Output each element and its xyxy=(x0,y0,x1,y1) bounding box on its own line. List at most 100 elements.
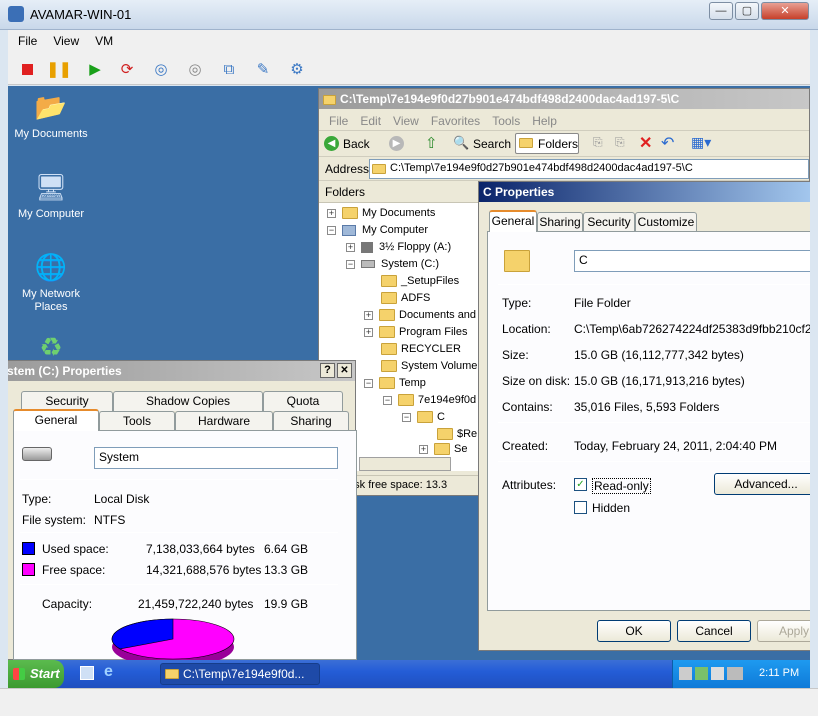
explorer-menu-help[interactable]: Help xyxy=(526,112,563,130)
explorer-menu-edit[interactable]: Edit xyxy=(354,112,387,130)
free-space-gb: 13.3 GB xyxy=(264,563,309,577)
tree-item[interactable]: + My Documents xyxy=(327,207,435,220)
up-folder-icon[interactable]: ⇧ xyxy=(425,134,438,152)
play-icon[interactable]: ▶ xyxy=(84,58,106,80)
created-label: Created: xyxy=(502,439,549,453)
move-to-icon[interactable]: ⎘ xyxy=(593,135,603,150)
tab-sharing[interactable]: Sharing xyxy=(537,212,583,232)
minimize-button[interactable]: — xyxy=(709,2,733,20)
vm-menu-vm[interactable]: VM xyxy=(85,30,119,48)
disk-usage-pie xyxy=(111,618,235,660)
pause-icon[interactable]: ❚❚ xyxy=(46,58,71,80)
cancel-button[interactable]: Cancel xyxy=(677,620,751,642)
tree-item[interactable]: RECYCLER xyxy=(381,343,461,356)
network-tray-icon[interactable] xyxy=(679,667,692,680)
back-button[interactable]: Back xyxy=(343,137,370,151)
settings-icon[interactable]: ✎ xyxy=(252,58,274,80)
undo-icon[interactable]: ↶ xyxy=(661,133,674,153)
show-desktop-icon[interactable] xyxy=(80,666,94,680)
used-space-gb: 6.64 GB xyxy=(264,542,309,556)
back-arrow-icon[interactable]: ◀ xyxy=(324,136,339,151)
tree-item[interactable]: − C xyxy=(402,411,445,424)
separator xyxy=(498,422,810,423)
reset-icon[interactable]: ⟳ xyxy=(116,58,138,80)
tree-item[interactable]: + Se xyxy=(419,443,467,456)
vm-menu-view[interactable]: View xyxy=(43,30,85,48)
desktop-icon-network-places[interactable]: 🌐 My Network Places xyxy=(8,250,94,314)
snapshot-icon[interactable]: ◎ xyxy=(150,58,172,80)
vm-menu-file[interactable]: File xyxy=(8,30,43,48)
taskbar-task-explorer[interactable]: C:\Temp\7e194e9f0d... xyxy=(160,663,320,685)
tab-customize[interactable]: Customize xyxy=(635,212,697,232)
free-space-swatch xyxy=(22,563,35,576)
tab-quota[interactable]: Quota xyxy=(263,391,343,411)
tree-item[interactable]: − System (C:) xyxy=(346,258,439,270)
snapshot-manager-icon[interactable]: ⧉ xyxy=(218,58,240,80)
tab-sharing[interactable]: Sharing xyxy=(273,411,349,431)
folders-button[interactable]: Folders xyxy=(515,133,579,154)
tab-security[interactable]: Security xyxy=(21,391,113,411)
tab-general[interactable]: General xyxy=(13,409,99,431)
start-button[interactable]: Start xyxy=(8,660,64,688)
tree-item[interactable]: − Temp xyxy=(364,377,426,390)
hidden-checkbox[interactable] xyxy=(574,501,587,514)
tree-item[interactable]: System Volume xyxy=(381,360,477,373)
tree-item[interactable]: _SetupFiles xyxy=(381,275,459,288)
readonly-label[interactable]: Read-only xyxy=(592,478,651,494)
internet-explorer-icon[interactable]: e xyxy=(104,663,113,681)
dialog-close-button[interactable]: ✕ xyxy=(337,363,352,378)
help-button[interactable]: ? xyxy=(320,363,335,378)
views-icon[interactable]: ▦▾ xyxy=(691,134,711,151)
tree-item[interactable]: −7e194e9f0d xyxy=(383,394,476,407)
drive-icon xyxy=(361,260,375,269)
tab-security[interactable]: Security xyxy=(583,212,635,232)
font-tray-icon[interactable] xyxy=(711,667,724,680)
delete-icon[interactable]: ✕ xyxy=(639,133,652,153)
tree-item[interactable]: − My Computer xyxy=(327,224,428,236)
apply-button[interactable]: Apply xyxy=(757,620,810,642)
tab-shadow-copies[interactable]: Shadow Copies xyxy=(113,391,263,411)
horizontal-scrollbar[interactable] xyxy=(359,457,451,471)
tree-item[interactable]: + Program Files xyxy=(364,326,467,339)
system-properties-dialog: stem (C:) Properties ? ✕ Security Shadow… xyxy=(8,360,357,660)
used-space-label: Used space: xyxy=(42,542,109,556)
tab-hardware[interactable]: Hardware xyxy=(175,411,273,431)
tree-item[interactable]: + Documents and xyxy=(364,309,476,322)
tree-item[interactable]: +3½ Floppy (A:) xyxy=(346,241,451,253)
tree-item[interactable]: ADFS xyxy=(381,292,430,305)
floppy-icon xyxy=(361,241,373,253)
stop-icon[interactable] xyxy=(16,58,38,80)
volume-label-input[interactable]: System xyxy=(94,447,338,469)
file-system-label: File system: xyxy=(22,513,87,527)
address-input[interactable]: C:\Temp\7e194e9f0d27b901e474bdf498d2400d… xyxy=(369,159,809,179)
tree-item[interactable]: $Re xyxy=(437,428,477,441)
advanced-button[interactable]: Advanced... xyxy=(714,473,810,495)
explorer-menu-tools[interactable]: Tools xyxy=(486,112,526,130)
readonly-checkbox[interactable]: ✓ xyxy=(574,478,587,491)
explorer-menu-file[interactable]: File xyxy=(323,112,354,130)
recycle-bin-icon: ♻ xyxy=(39,332,63,362)
clock: 2:11 PM xyxy=(759,667,800,679)
tools-icon[interactable]: ⚙ xyxy=(286,58,308,80)
maximize-button[interactable]: ▢ xyxy=(735,2,759,20)
tab-tools[interactable]: Tools xyxy=(99,411,175,431)
close-button[interactable]: ✕ xyxy=(761,2,809,20)
hidden-label[interactable]: Hidden xyxy=(592,501,630,515)
desktop-icon-my-documents[interactable]: 📂 My Documents xyxy=(8,90,94,141)
address-folder-icon xyxy=(372,164,386,174)
separator xyxy=(498,284,810,285)
desktop-icon-my-computer[interactable]: 🖥 My Computer xyxy=(8,170,94,221)
separator xyxy=(20,479,338,480)
tab-general[interactable]: General xyxy=(489,210,537,232)
ok-button[interactable]: OK xyxy=(597,620,671,642)
search-button[interactable]: Search xyxy=(473,137,511,151)
type-label: Type: xyxy=(502,296,532,310)
safely-remove-tray-icon[interactable] xyxy=(695,667,708,680)
explorer-menu-view[interactable]: View xyxy=(387,112,425,130)
forward-arrow-icon[interactable]: ▶ xyxy=(389,136,404,151)
copy-to-icon[interactable]: ⎘ xyxy=(615,135,625,150)
vmware-tools-tray-icon[interactable] xyxy=(727,667,743,680)
folder-name-input[interactable]: C xyxy=(574,250,810,272)
revert-snapshot-icon[interactable]: ◎ xyxy=(184,58,206,80)
explorer-menu-favorites[interactable]: Favorites xyxy=(425,112,486,130)
